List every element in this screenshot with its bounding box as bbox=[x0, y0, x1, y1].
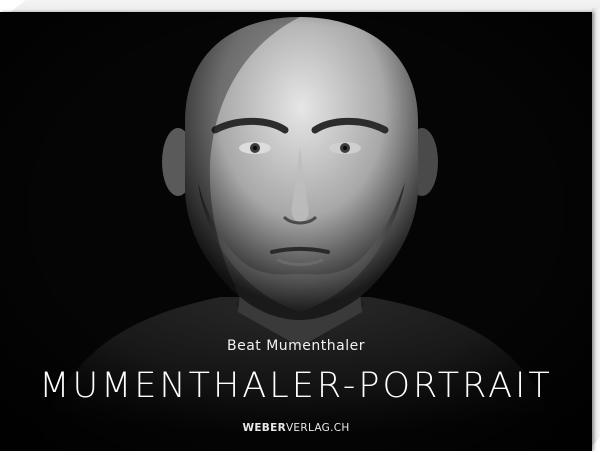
author-name: Beat Mumenthaler bbox=[226, 338, 365, 354]
publisher-logo: WEBERVERLAG.CH bbox=[0, 422, 592, 434]
book-product-image: Beat Mumenthaler MUMENTHALER-PORTRAIT WE… bbox=[0, 0, 600, 451]
book-cover: Beat Mumenthaler MUMENTHALER-PORTRAIT WE… bbox=[0, 12, 592, 451]
book-side-edge bbox=[592, 8, 600, 446]
publisher-name-bold: WEBER bbox=[242, 422, 286, 434]
book-title: MUMENTHALER-PORTRAIT bbox=[39, 366, 553, 406]
publisher-name-rest: VERLAG.CH bbox=[285, 422, 350, 434]
